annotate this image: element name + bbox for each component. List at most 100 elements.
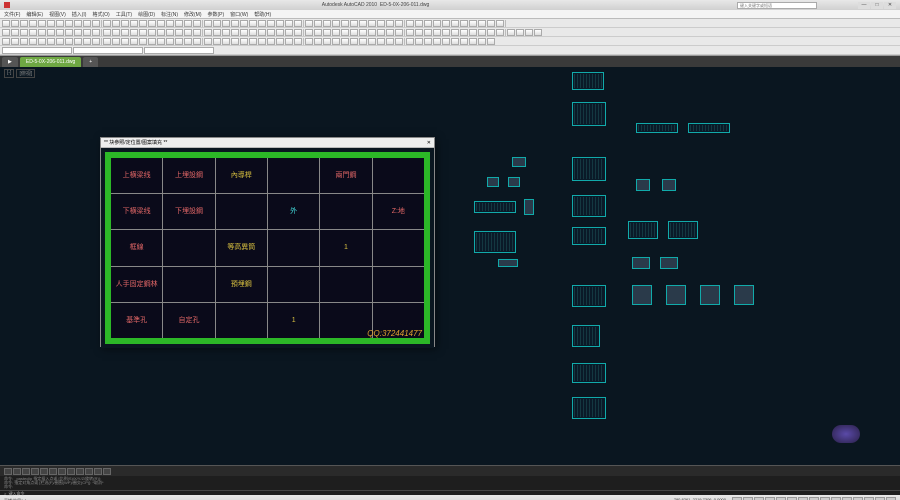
toolbar-button[interactable] — [65, 29, 73, 36]
close-button[interactable]: ✕ — [884, 2, 896, 9]
layer-btn[interactable] — [22, 468, 30, 475]
toolbar-button[interactable] — [11, 38, 19, 45]
toolbar-button[interactable] — [193, 29, 201, 36]
toolbar-button[interactable] — [276, 29, 284, 36]
toolbar-button[interactable] — [341, 38, 349, 45]
drawing-thumb[interactable] — [628, 221, 658, 239]
toolbar-button[interactable] — [11, 29, 19, 36]
toolbar-button[interactable] — [415, 38, 423, 45]
menu-edit[interactable]: 编辑(E) — [26, 11, 43, 18]
toolbar-button[interactable] — [112, 20, 120, 27]
tab-start[interactable]: ▶ — [2, 57, 18, 67]
toolbar-button[interactable] — [469, 38, 477, 45]
toolbar-button[interactable] — [202, 29, 203, 36]
toolbar-button[interactable] — [276, 38, 284, 45]
toolbar-button[interactable] — [350, 29, 358, 36]
layer-btn[interactable] — [67, 468, 75, 475]
toolbar-button[interactable] — [92, 29, 100, 36]
toolbar-button[interactable] — [415, 29, 423, 36]
toolbar-button[interactable] — [505, 20, 506, 27]
drawing-thumb[interactable] — [572, 72, 604, 90]
toolbar-button[interactable] — [294, 20, 302, 27]
toolbar-button[interactable] — [103, 20, 111, 27]
toolbar-button[interactable] — [516, 29, 524, 36]
cell[interactable]: Z:地 — [373, 194, 424, 229]
preview-close-icon[interactable]: ✕ — [427, 140, 431, 146]
toolbar-button[interactable] — [496, 20, 504, 27]
layer-btn[interactable] — [40, 468, 48, 475]
preview-titlebar[interactable]: ** 块参照/定位置/图案填充 ** ✕ — [101, 138, 434, 148]
toolbar-button[interactable] — [404, 38, 405, 45]
toolbar-button[interactable] — [157, 38, 165, 45]
layer-btn[interactable] — [4, 468, 12, 475]
menu-tools[interactable]: 工具(T) — [116, 11, 132, 18]
toolbar-button[interactable] — [424, 20, 432, 27]
toolbar-button[interactable] — [451, 20, 459, 27]
toolbar-button[interactable] — [303, 38, 304, 45]
layer-btn[interactable] — [76, 468, 84, 475]
toolbar-button[interactable] — [507, 29, 515, 36]
toolbar-button[interactable] — [350, 20, 358, 27]
toolbar-button[interactable] — [249, 29, 257, 36]
cell[interactable]: 上埋設鋼 — [163, 158, 214, 193]
drawing-thumb[interactable] — [668, 221, 698, 239]
drawing-thumb[interactable] — [474, 231, 516, 253]
toolbar-button[interactable] — [359, 20, 367, 27]
drawing-thumb[interactable] — [632, 285, 652, 305]
toolbar-button[interactable] — [184, 29, 192, 36]
cell[interactable]: 框線 — [111, 230, 162, 265]
toolbar-button[interactable] — [103, 29, 111, 36]
drawing-thumb[interactable] — [487, 177, 499, 187]
toolbar-button[interactable] — [103, 38, 111, 45]
toolbar-button[interactable] — [20, 29, 28, 36]
toolbar-button[interactable] — [350, 38, 358, 45]
maximize-button[interactable]: □ — [871, 2, 883, 9]
toolbar-button[interactable] — [395, 38, 403, 45]
toolbar-button[interactable] — [386, 29, 394, 36]
toolbar-button[interactable] — [451, 29, 459, 36]
toolbar-button[interactable] — [2, 29, 10, 36]
menu-file[interactable]: 文件(F) — [4, 11, 20, 18]
toolbar-button[interactable] — [231, 38, 239, 45]
linetype-dropdown[interactable] — [73, 47, 143, 54]
tab-active[interactable]: ED-5-0X-206-011.dwg — [20, 57, 81, 67]
toolbar-button[interactable] — [240, 29, 248, 36]
menu-dimension[interactable]: 标注(N) — [161, 11, 178, 18]
toolbar-button[interactable] — [166, 38, 174, 45]
drawing-thumb[interactable] — [474, 201, 516, 213]
toolbar-button[interactable] — [249, 20, 257, 27]
cell[interactable] — [163, 267, 214, 302]
toolbar-button[interactable] — [112, 29, 120, 36]
toolbar-button[interactable] — [534, 29, 542, 36]
drawing-thumb[interactable] — [572, 157, 606, 181]
toolbar-button[interactable] — [101, 29, 102, 36]
toolbar-button[interactable] — [424, 29, 432, 36]
cell[interactable]: 預埋鋼 — [216, 267, 267, 302]
cell[interactable] — [320, 267, 371, 302]
toolbar-button[interactable] — [487, 29, 495, 36]
toolbar-button[interactable] — [130, 38, 138, 45]
viewport-controls[interactable]: [-][俯视] — [4, 69, 35, 78]
toolbar-button[interactable] — [11, 20, 19, 27]
toolbar-button[interactable] — [368, 38, 376, 45]
toolbar-button[interactable] — [121, 20, 129, 27]
menu-modify[interactable]: 修改(M) — [184, 11, 202, 18]
cell[interactable]: 自定孔 — [163, 303, 214, 338]
drawing-thumb[interactable] — [734, 285, 754, 305]
toolbar-button[interactable] — [305, 29, 313, 36]
toolbar-button[interactable] — [276, 20, 284, 27]
toolbar-button[interactable] — [56, 38, 64, 45]
toolbar-button[interactable] — [47, 20, 55, 27]
toolbar-button[interactable] — [478, 29, 486, 36]
toolbar-button[interactable] — [249, 38, 257, 45]
toolbar-button[interactable] — [121, 38, 129, 45]
cell[interactable]: 1 — [268, 303, 319, 338]
toolbar-button[interactable] — [341, 20, 349, 27]
toolbar-button[interactable] — [323, 38, 331, 45]
cell[interactable]: 等高異筒 — [216, 230, 267, 265]
toolbar-button[interactable] — [267, 38, 275, 45]
toolbar-button[interactable] — [451, 38, 459, 45]
toolbar-button[interactable] — [314, 20, 322, 27]
drawing-canvas[interactable]: [-][俯视] ** 块参照/定位置/图案填充 ** ✕ 上横梁线 上埋設鋼 內… — [0, 67, 900, 465]
layer-btn[interactable] — [103, 468, 111, 475]
